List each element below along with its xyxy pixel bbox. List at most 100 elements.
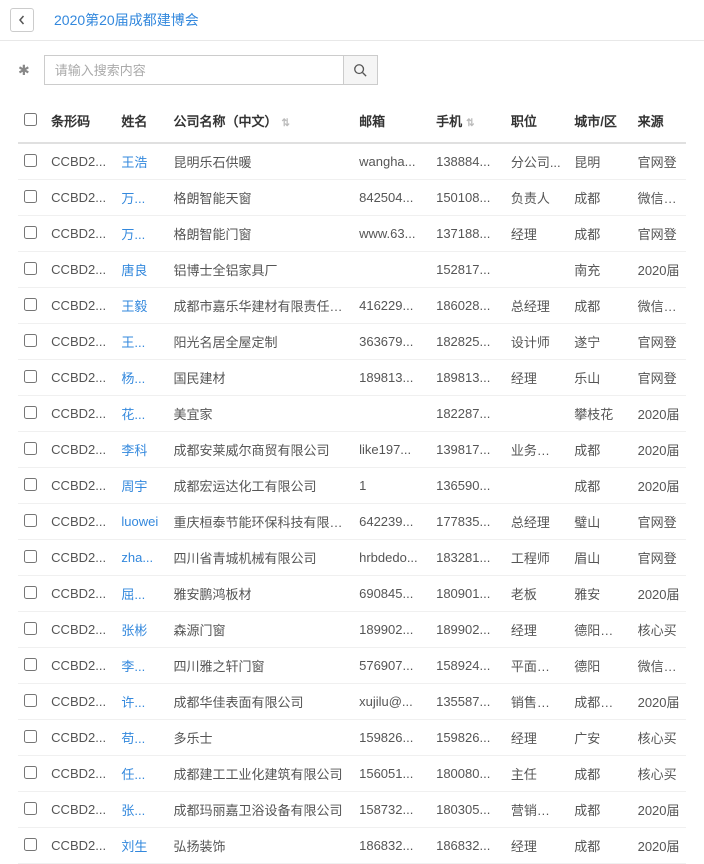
row-checkbox[interactable] <box>24 694 37 707</box>
cell-phone: 136590... <box>430 468 505 504</box>
table-row[interactable]: CCBD2...万...格朗智能天窗842504...150108...负责人成… <box>18 180 686 216</box>
cell-name[interactable]: 张彬 <box>115 612 167 648</box>
cell-name[interactable]: 任... <box>115 756 167 792</box>
row-checkbox[interactable] <box>24 550 37 563</box>
cell-phone: 139817... <box>430 432 505 468</box>
row-checkbox[interactable] <box>24 838 37 851</box>
table-row[interactable]: CCBD2...王浩昆明乐石供暖wangha...138884...分公司...… <box>18 143 686 180</box>
table-row[interactable]: CCBD2...许...成都华佳表面有限公司xujilu@...135587..… <box>18 684 686 720</box>
cell-checkbox <box>18 216 45 252</box>
cell-source: 2020届 <box>632 792 686 828</box>
cell-checkbox <box>18 252 45 288</box>
table-row[interactable]: CCBD2...万...格朗智能门窗www.63...137188...经理成都… <box>18 216 686 252</box>
table-row[interactable]: CCBD2...王毅成都市嘉乐华建材有限责任公司416229...186028.… <box>18 288 686 324</box>
cell-name[interactable]: 王毅 <box>115 288 167 324</box>
cell-checkbox <box>18 360 45 396</box>
cell-city: 成都双流 <box>568 684 631 720</box>
table-row[interactable]: CCBD2...任...成都建工工业化建筑有限公司156051...180080… <box>18 756 686 792</box>
cell-name[interactable]: 周宇 <box>115 468 167 504</box>
table-row[interactable]: CCBD2...李...四川雅之轩门窗576907...158924...平面设… <box>18 648 686 684</box>
cell-source: 官网登 <box>632 504 686 540</box>
cell-name[interactable]: 张... <box>115 792 167 828</box>
select-all-checkbox[interactable] <box>24 113 37 126</box>
cell-company: 铝博士全铝家具厂 <box>167 252 353 288</box>
cell-name[interactable]: luowei <box>115 504 167 540</box>
col-header-phone[interactable]: 手机⇅ <box>430 99 505 143</box>
cell-company: 重庆桓泰节能环保科技有限公司 <box>167 504 353 540</box>
search-button[interactable] <box>344 55 378 85</box>
cell-name[interactable]: 万... <box>115 216 167 252</box>
cell-name[interactable]: 万... <box>115 180 167 216</box>
table-row[interactable]: CCBD2...屈...雅安鹏鸿板材690845...180901...老板雅安… <box>18 576 686 612</box>
row-checkbox[interactable] <box>24 154 37 167</box>
col-header-city[interactable]: 城市/区 <box>568 99 631 143</box>
cell-name[interactable]: 许... <box>115 684 167 720</box>
table-row[interactable]: CCBD2...唐良铝博士全铝家具厂152817...南充2020届 <box>18 252 686 288</box>
table-row[interactable]: CCBD2...张彬森源门窗189902...189902...经理德阳中江核心… <box>18 612 686 648</box>
back-button[interactable] <box>10 8 34 32</box>
table-row[interactable]: CCBD2...周宇成都宏运达化工有限公司1136590...成都2020届 <box>18 468 686 504</box>
row-checkbox[interactable] <box>24 730 37 743</box>
row-checkbox[interactable] <box>24 226 37 239</box>
table-row[interactable]: CCBD2...刘生弘扬装饰186832...186832...经理成都2020… <box>18 828 686 864</box>
row-checkbox[interactable] <box>24 802 37 815</box>
row-checkbox[interactable] <box>24 622 37 635</box>
col-header-source[interactable]: 来源 <box>632 99 686 143</box>
cell-city: 昆明 <box>568 143 631 180</box>
cell-name[interactable]: 苟... <box>115 720 167 756</box>
cell-position <box>505 396 568 432</box>
cell-source: 官网登 <box>632 360 686 396</box>
row-checkbox[interactable] <box>24 658 37 671</box>
table-row[interactable]: CCBD2...李科成都安莱威尔商贸有限公司like197...139817..… <box>18 432 686 468</box>
table-row[interactable]: CCBD2...杨...国民建材189813...189813...经理乐山官网… <box>18 360 686 396</box>
cell-name[interactable]: 杨... <box>115 360 167 396</box>
cell-phone: 137188... <box>430 216 505 252</box>
cell-name[interactable]: 李科 <box>115 432 167 468</box>
cell-name[interactable]: 李... <box>115 648 167 684</box>
cell-city: 成都 <box>568 180 631 216</box>
table-row[interactable]: CCBD2...zha...四川省青城机械有限公司hrbdedo...18328… <box>18 540 686 576</box>
cell-name[interactable]: 唐良 <box>115 252 167 288</box>
col-header-email[interactable]: 邮箱 <box>353 99 430 143</box>
cell-company: 四川雅之轩门窗 <box>167 648 353 684</box>
cell-city: 成都 <box>568 756 631 792</box>
col-header-company[interactable]: 公司名称（中文）⇅ <box>167 99 353 143</box>
cell-source: 核心买 <box>632 756 686 792</box>
cell-barcode: CCBD2... <box>45 576 115 612</box>
row-checkbox[interactable] <box>24 586 37 599</box>
cell-name[interactable]: 王浩 <box>115 143 167 180</box>
row-checkbox[interactable] <box>24 370 37 383</box>
gear-icon[interactable]: ✱ <box>18 62 30 79</box>
row-checkbox[interactable] <box>24 766 37 779</box>
col-header-name[interactable]: 姓名 <box>115 99 167 143</box>
search-input[interactable] <box>44 55 344 85</box>
row-checkbox[interactable] <box>24 262 37 275</box>
cell-name[interactable]: 屈... <box>115 576 167 612</box>
row-checkbox[interactable] <box>24 298 37 311</box>
table-row[interactable]: CCBD2...张...成都玛丽嘉卫浴设备有限公司158732...180305… <box>18 792 686 828</box>
cell-position: 设计师 <box>505 324 568 360</box>
cell-city: 乐山 <box>568 360 631 396</box>
row-checkbox[interactable] <box>24 190 37 203</box>
cell-checkbox <box>18 504 45 540</box>
cell-name[interactable]: 花... <box>115 396 167 432</box>
col-header-barcode[interactable]: 条形码 <box>45 99 115 143</box>
row-checkbox[interactable] <box>24 334 37 347</box>
cell-name[interactable]: 王... <box>115 324 167 360</box>
cell-name[interactable]: zha... <box>115 540 167 576</box>
table-row[interactable]: CCBD2...花...美宜家182287...攀枝花2020届 <box>18 396 686 432</box>
row-checkbox[interactable] <box>24 514 37 527</box>
cell-company: 成都宏运达化工有限公司 <box>167 468 353 504</box>
cell-email: 363679... <box>353 324 430 360</box>
table-row[interactable]: CCBD2...王...阳光名居全屋定制363679...182825...设计… <box>18 324 686 360</box>
page-title[interactable]: 2020第20届成都建博会 <box>54 10 199 30</box>
table-row[interactable]: CCBD2...luowei重庆桓泰节能环保科技有限公司642239...177… <box>18 504 686 540</box>
cell-company: 弘扬装饰 <box>167 828 353 864</box>
col-header-position[interactable]: 职位 <box>505 99 568 143</box>
row-checkbox[interactable] <box>24 478 37 491</box>
row-checkbox[interactable] <box>24 406 37 419</box>
table-row[interactable]: CCBD2...苟...多乐士159826...159826...经理广安核心买 <box>18 720 686 756</box>
cell-name[interactable]: 刘生 <box>115 828 167 864</box>
row-checkbox[interactable] <box>24 442 37 455</box>
cell-company: 森源门窗 <box>167 612 353 648</box>
